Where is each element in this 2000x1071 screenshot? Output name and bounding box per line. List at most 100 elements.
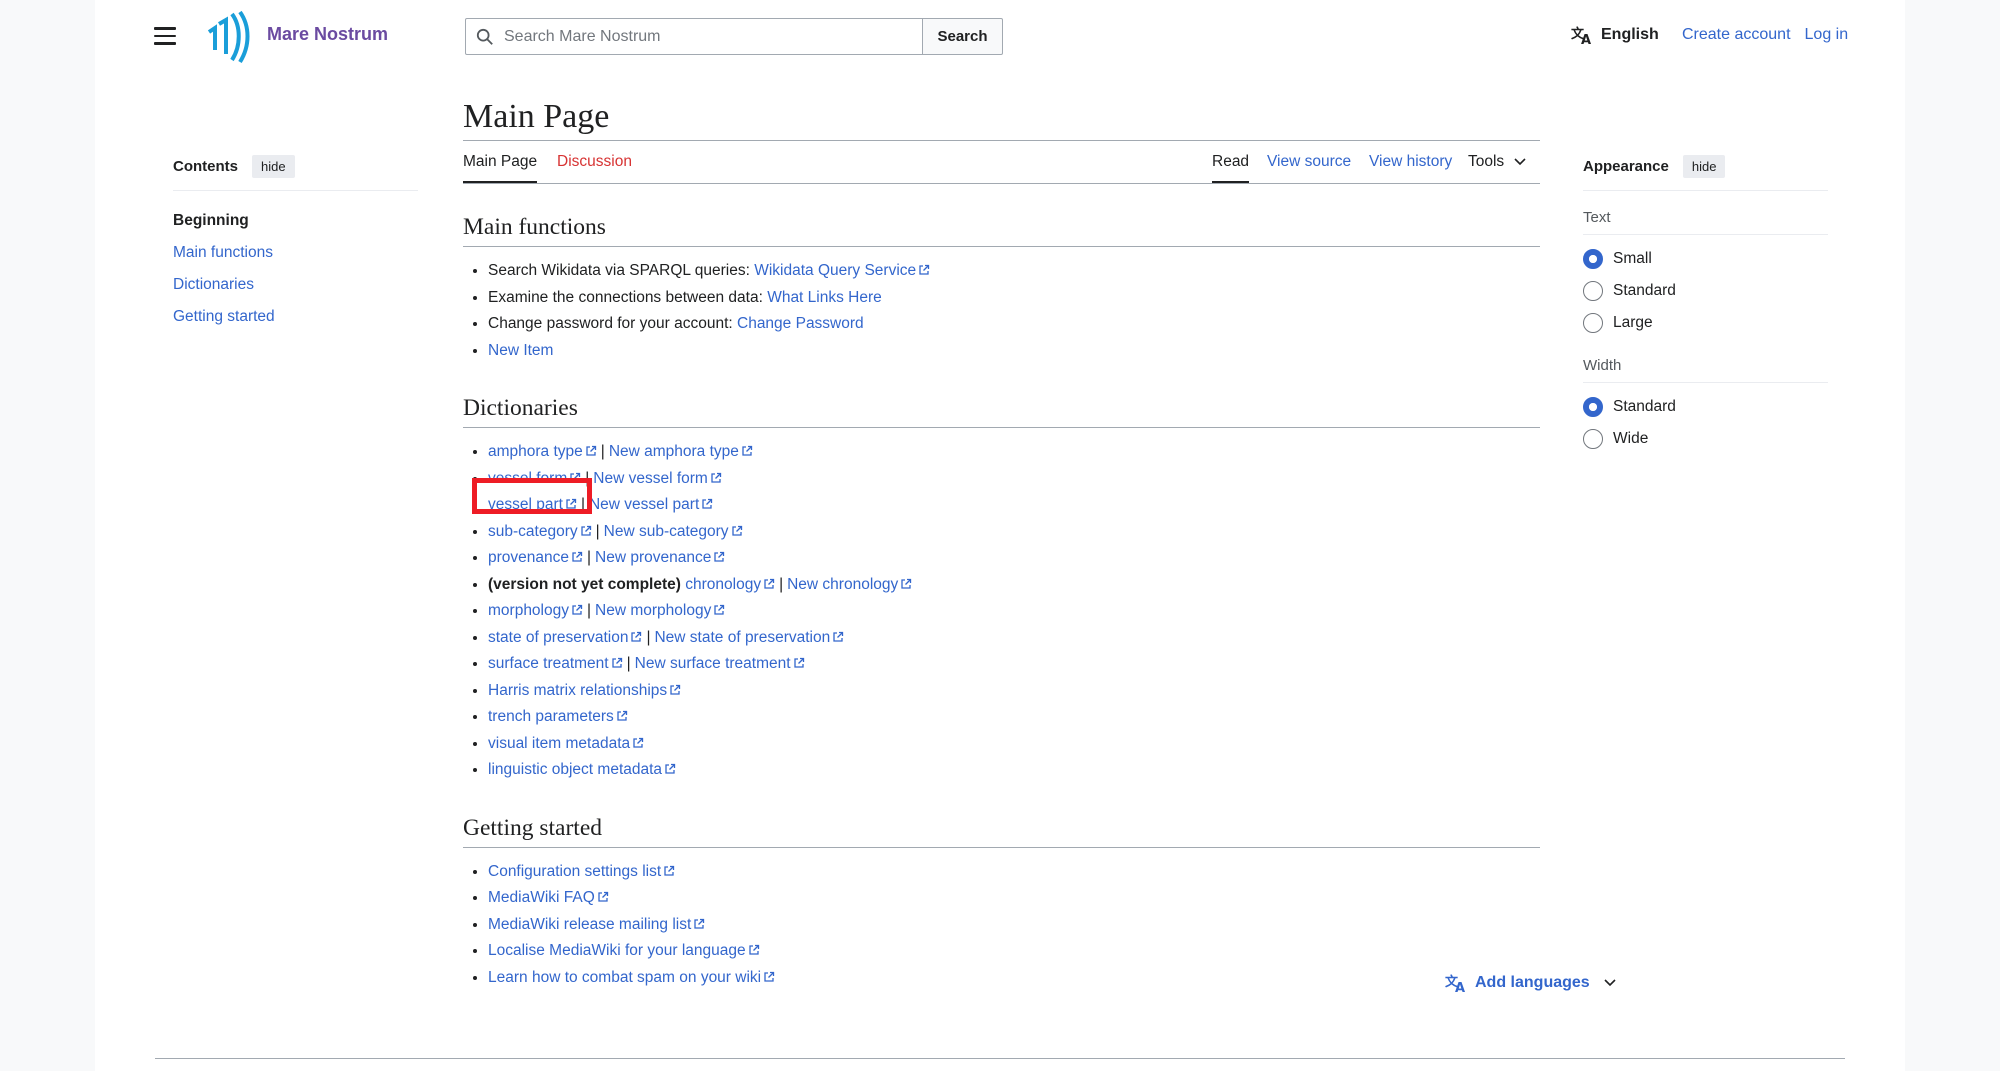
text-size-standard-radio[interactable]: Standard — [1583, 275, 1828, 307]
search-button[interactable]: Search — [923, 18, 1003, 55]
toc-item-getting-started[interactable]: Getting started — [173, 308, 275, 325]
resource-link[interactable]: MediaWiki FAQ — [488, 889, 595, 906]
list-item: provenance |New provenance — [488, 546, 1540, 573]
dictionary-link[interactable]: trench parameters — [488, 708, 614, 725]
separator: | — [600, 443, 605, 460]
item-link[interactable]: What Links Here — [767, 289, 882, 306]
search-box[interactable] — [465, 18, 923, 55]
item-link[interactable]: Change Password — [737, 315, 864, 332]
dictionary-link[interactable]: vessel part — [488, 496, 563, 513]
dictionary-link[interactable]: Harris matrix relationships — [488, 682, 667, 699]
item-link[interactable]: Wikidata Query Service — [754, 262, 916, 279]
item-link[interactable]: New Item — [488, 342, 553, 359]
dictionary-link[interactable]: vessel form — [488, 470, 567, 487]
external-link-icon — [764, 971, 775, 982]
item-text: Change password for your account: — [488, 315, 737, 332]
translate-icon: 文A — [1445, 974, 1465, 993]
list-item: MediaWiki release mailing list — [488, 913, 1540, 940]
list-item: MediaWiki FAQ — [488, 886, 1540, 913]
dictionary-link[interactable]: provenance — [488, 549, 569, 566]
site-logo[interactable] — [205, 8, 251, 64]
external-link-icon — [714, 604, 725, 615]
list-item: visual item metadata — [488, 732, 1540, 759]
list-item: surface treatment |New surface treatment — [488, 652, 1540, 679]
toc-hide-button[interactable]: hide — [252, 155, 295, 178]
list-item: Localise MediaWiki for your language — [488, 939, 1540, 966]
list-item: sub-category |New sub-category — [488, 520, 1540, 547]
dictionary-link[interactable]: morphology — [488, 602, 569, 619]
new-dictionary-link[interactable]: New morphology — [595, 602, 711, 619]
appearance-panel: Appearance hide Text Small Standard Larg… — [1583, 155, 1828, 455]
tab-view-history[interactable]: View history — [1369, 153, 1452, 181]
external-link-icon — [633, 737, 644, 748]
separator: | — [585, 469, 590, 487]
dictionary-link[interactable]: chronology — [685, 576, 761, 593]
resource-link[interactable]: Localise MediaWiki for your language — [488, 942, 746, 959]
text-size-large-radio[interactable]: Large — [1583, 307, 1828, 339]
resource-link[interactable]: Configuration settings list — [488, 863, 661, 880]
add-languages-button[interactable]: 文A Add languages — [1445, 973, 1616, 993]
external-link-icon — [742, 445, 753, 456]
external-link-icon — [586, 445, 596, 456]
toc-item-main-functions[interactable]: Main functions — [173, 244, 273, 261]
tools-label: Tools — [1468, 153, 1505, 170]
new-dictionary-link[interactable]: New provenance — [595, 549, 711, 566]
external-link-icon — [570, 472, 581, 483]
list-item: Examine the connections between data: Wh… — [488, 286, 1540, 313]
external-link-icon — [793, 657, 804, 668]
search-input[interactable] — [504, 27, 904, 46]
tab-read[interactable]: Read — [1212, 153, 1250, 183]
user-links: Create account Log in — [1682, 26, 1848, 44]
external-link-icon — [572, 551, 583, 562]
main-functions-list: Search Wikidata via SPARQL queries: Wiki… — [463, 259, 1540, 365]
external-link-icon — [764, 578, 775, 589]
tab-main-page[interactable]: Main Page — [463, 153, 538, 183]
toc-item-beginning[interactable]: Beginning — [173, 205, 418, 237]
external-link-icon — [566, 498, 577, 509]
tab-view-source[interactable]: View source — [1267, 153, 1351, 181]
site-name[interactable]: Mare Nostrum — [267, 24, 388, 45]
new-dictionary-link[interactable]: New state of preservation — [654, 629, 830, 646]
toc-item-dictionaries[interactable]: Dictionaries — [173, 276, 254, 293]
new-dictionary-link[interactable]: New chronology — [787, 576, 898, 593]
appearance-hide-button[interactable]: hide — [1682, 155, 1726, 178]
resource-link[interactable]: MediaWiki release mailing list — [488, 916, 691, 933]
external-link-icon — [664, 865, 675, 876]
new-dictionary-link[interactable]: New vessel part — [589, 496, 699, 513]
dictionary-link[interactable]: surface treatment — [488, 655, 609, 672]
new-dictionary-link[interactable]: New sub-category — [604, 523, 729, 540]
main-menu-icon[interactable] — [154, 27, 176, 45]
dictionary-link[interactable]: sub-category — [488, 523, 578, 540]
language-selector[interactable]: 文A English — [1571, 25, 1659, 45]
new-dictionary-link[interactable]: New vessel form — [593, 470, 708, 487]
external-link-icon — [731, 525, 742, 536]
external-link-icon — [694, 918, 705, 929]
radio-label: Standard — [1613, 282, 1676, 299]
radio-label: Small — [1613, 250, 1652, 267]
width-wide-radio[interactable]: Wide — [1583, 423, 1828, 455]
dictionary-link[interactable]: visual item metadata — [488, 735, 630, 752]
dictionary-link[interactable]: state of preservation — [488, 629, 628, 646]
resource-link[interactable]: Learn how to combat spam on your wiki — [488, 969, 761, 986]
list-item: Change password for your account: Change… — [488, 312, 1540, 339]
new-dictionary-link[interactable]: New amphora type — [609, 443, 739, 460]
log-in-link[interactable]: Log in — [1805, 26, 1849, 44]
list-item: vessel part |New vessel part — [488, 493, 1540, 520]
heading-getting-started: Getting started — [463, 815, 1540, 848]
list-item: trench parameters — [488, 705, 1540, 732]
dictionary-link[interactable]: linguistic object metadata — [488, 761, 662, 778]
item-note: (version not yet complete) — [488, 575, 681, 593]
text-size-small-radio[interactable]: Small — [1583, 243, 1828, 275]
text-size-label: Text — [1583, 209, 1828, 235]
dictionary-link[interactable]: amphora type — [488, 443, 583, 460]
tools-menu[interactable]: Tools — [1468, 153, 1526, 181]
search-icon — [476, 28, 493, 45]
width-standard-radio[interactable]: Standard — [1583, 391, 1828, 423]
tab-discussion[interactable]: Discussion — [557, 153, 632, 181]
create-account-link[interactable]: Create account — [1682, 26, 1791, 44]
external-link-icon — [702, 498, 713, 509]
new-dictionary-link[interactable]: New surface treatment — [635, 655, 791, 672]
separator: | — [587, 602, 592, 619]
chevron-down-icon — [1514, 158, 1526, 166]
toc-title: Contents — [173, 158, 238, 175]
